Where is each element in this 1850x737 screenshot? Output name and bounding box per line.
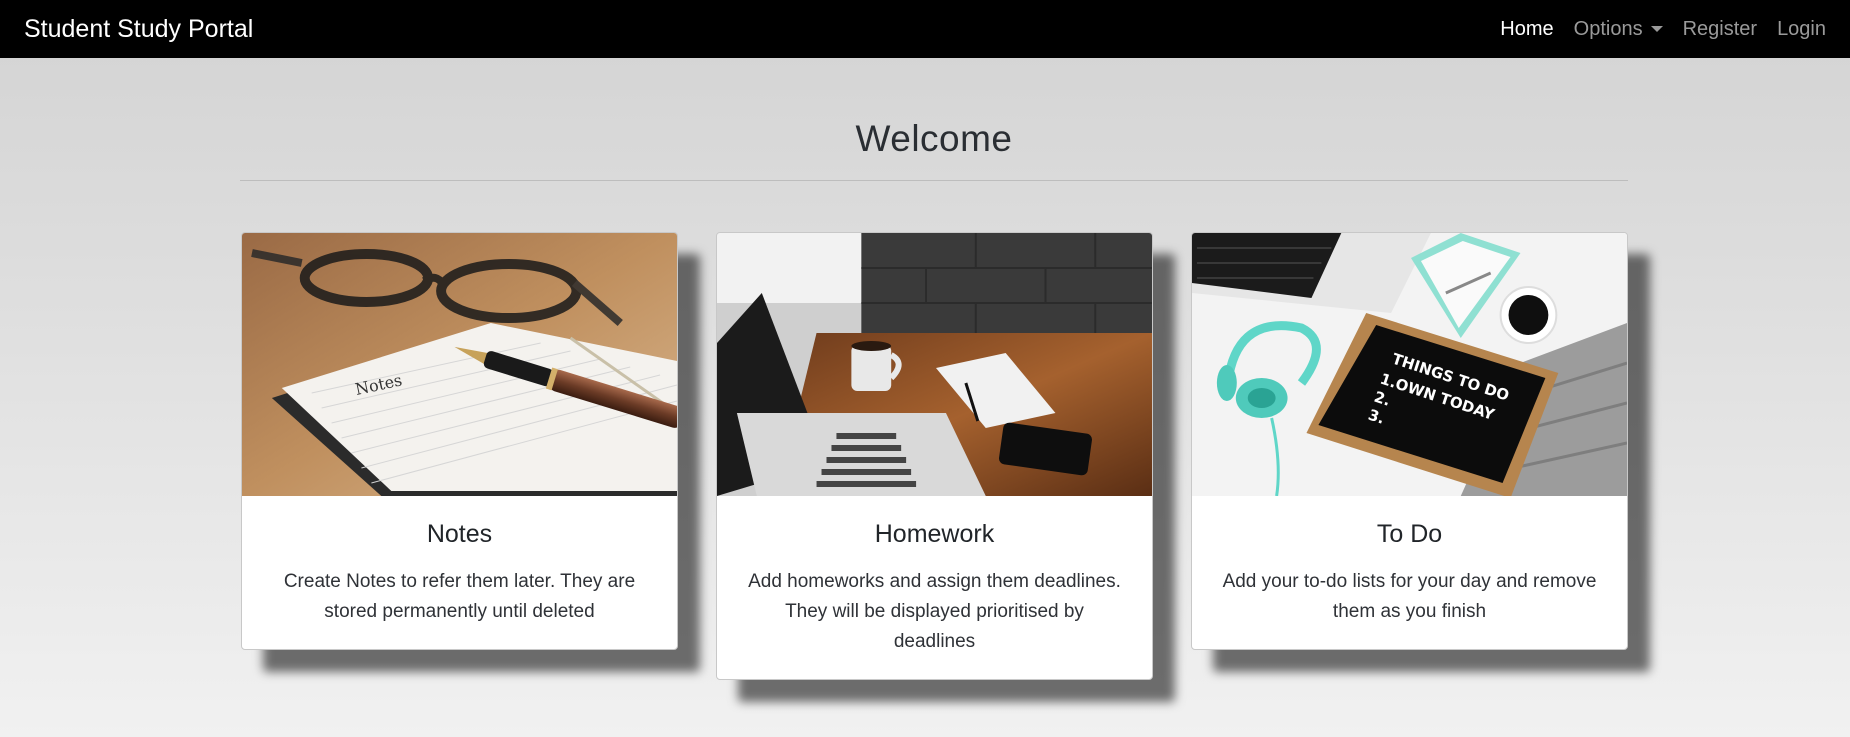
brand-link[interactable]: Student Study Portal — [24, 15, 253, 44]
notes-card[interactable]: Notes Notes Create Notes to refer them l… — [241, 232, 678, 650]
homework-card-body: Homework Add homeworks and assign them d… — [717, 496, 1152, 679]
homework-card-image — [717, 233, 1152, 496]
nav-options-label: Options — [1573, 17, 1643, 40]
homework-card[interactable]: Homework Add homeworks and assign them d… — [716, 232, 1153, 680]
notes-card-text: Create Notes to refer them later. They a… — [283, 571, 636, 622]
nav-links: Home Options Register Login — [1500, 18, 1826, 41]
todo-card-text: Add your to-do lists for your day and re… — [1222, 571, 1597, 622]
notes-card-title: Notes — [426, 520, 493, 548]
homework-card-text: Add homeworks and assign them deadlines.… — [748, 571, 1121, 652]
todo-card-title: To Do — [1376, 520, 1443, 548]
caret-down-icon — [1650, 26, 1663, 32]
todo-card-body: To Do Add your to-do lists for your day … — [1192, 496, 1627, 649]
nav-home-link[interactable]: Home — [1500, 18, 1553, 41]
notes-card-image: Notes — [242, 233, 677, 496]
homework-card-title: Homework — [874, 520, 995, 548]
nav-register-link[interactable]: Register — [1683, 18, 1757, 41]
todo-card[interactable]: THINGS TO DO 1.OWN TODAY 2. 3. To Do Add… — [1191, 232, 1628, 650]
nav-options-dropdown[interactable]: Options — [1574, 18, 1663, 41]
welcome-heading: Welcome — [855, 118, 1013, 159]
notes-card-body: Notes Create Notes to refer them later. … — [242, 496, 677, 649]
heading-divider — [240, 180, 1628, 181]
nav-login-link[interactable]: Login — [1777, 18, 1826, 41]
todo-card-image: THINGS TO DO 1.OWN TODAY 2. 3. — [1192, 233, 1627, 496]
top-navbar: Student Study Portal Home Options Regist… — [0, 0, 1850, 58]
